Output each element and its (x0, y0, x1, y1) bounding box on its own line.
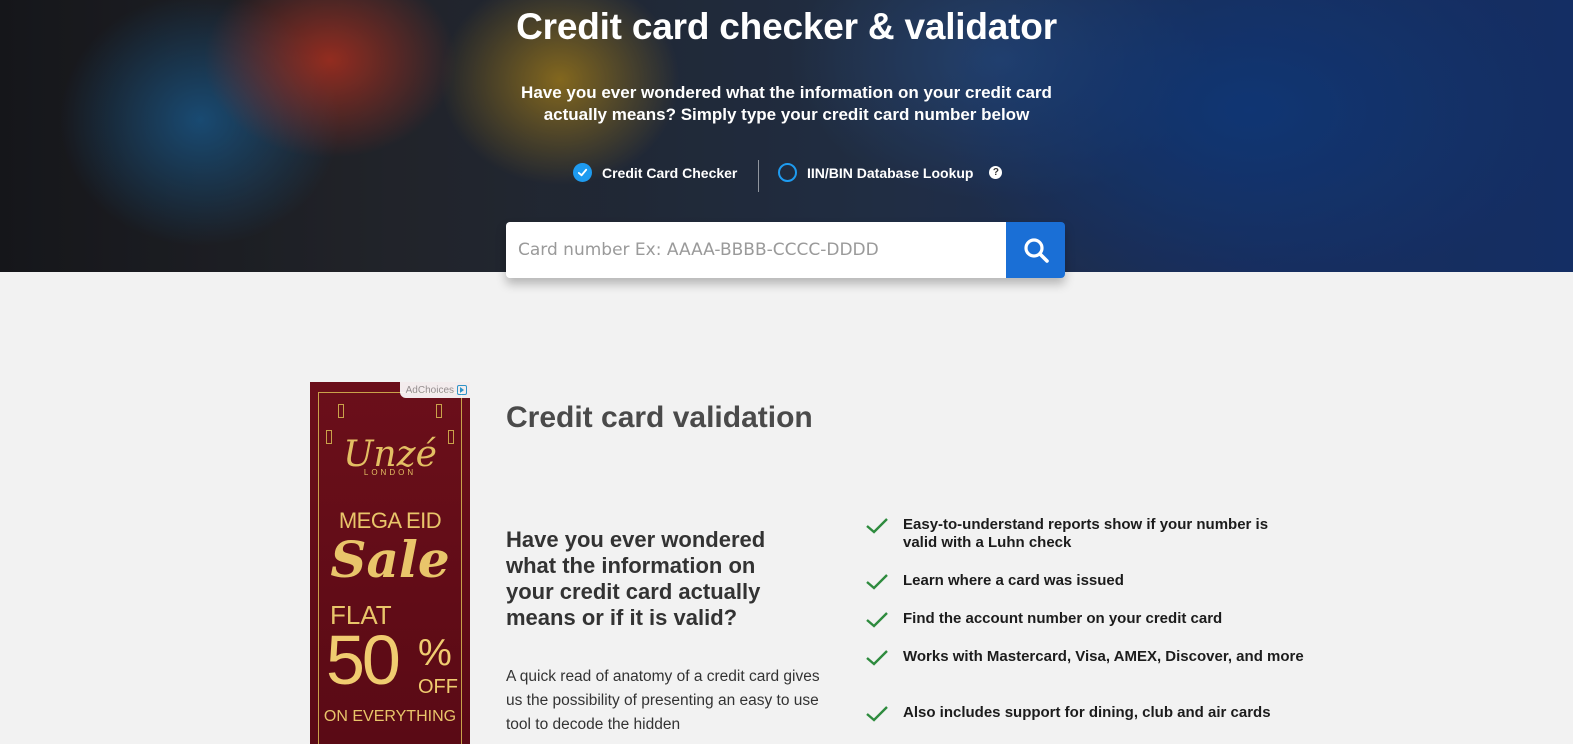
list-item: Find the account number on your credit c… (865, 610, 1222, 628)
radio-unchecked-icon (778, 163, 797, 182)
ad-sale-text: Sale (330, 530, 450, 589)
radio-credit-card-checker[interactable]: Credit Card Checker (573, 163, 737, 182)
feature-text: Learn where a card was issued (903, 572, 1124, 589)
intro-paragraph: A quick read of anatomy of a credit card… (506, 668, 820, 733)
adchoices-link[interactable]: AdChoices (399, 382, 470, 398)
feature-text: Find the account number on your credit c… (903, 610, 1223, 627)
search-icon (1023, 238, 1049, 263)
adchoices-label: AdChoices (405, 384, 454, 396)
list-item: Also includes support for dining, club a… (865, 704, 1271, 722)
lantern-icon (338, 404, 344, 418)
ad-everything-text: ON EVERYTHING (323, 708, 457, 725)
feature-text: Works with Mastercard, Visa, AMEX, Disco… (903, 648, 1304, 665)
page-title: Credit card checker & validator (516, 6, 1057, 47)
card-number-input[interactable] (506, 222, 1006, 278)
advertisement-banner[interactable]: AdChoices Unzé LONDON MEGA EID Sale FLAT… (310, 382, 470, 744)
check-icon (866, 518, 888, 534)
ad-off-text: OFF (418, 676, 458, 698)
section-title: Credit card validation (506, 401, 813, 434)
check-icon (866, 706, 888, 722)
check-icon (866, 650, 888, 666)
intro-heading: Have you ever wondered what the informat… (506, 527, 766, 630)
check-icon (866, 612, 888, 628)
feature-text: Also includes support for dining, club a… (903, 704, 1271, 721)
list-item: Learn where a card was issued (865, 572, 1124, 590)
hero-subtitle: Have you ever wondered what the informat… (521, 83, 1052, 124)
ad-percent-sign: % (418, 632, 452, 674)
radio-label: Credit Card Checker (602, 164, 738, 181)
radio-checked-icon (573, 163, 592, 182)
question-icon[interactable]: ? (989, 166, 1003, 179)
ad-discount-value: 50 (326, 621, 401, 699)
list-item: Works with Mastercard, Visa, AMEX, Disco… (865, 648, 1304, 666)
check-icon (866, 574, 888, 590)
list-item: Easy-to-understand reports show if your … (865, 516, 1305, 552)
ad-brand-sub: LONDON (363, 468, 417, 477)
lantern-icon (436, 404, 442, 418)
divider (758, 160, 759, 192)
mode-selector: Credit Card Checker IIN/BIN Database Loo… (0, 160, 1573, 192)
card-search-form (506, 222, 1065, 278)
radio-label: IIN/BIN Database Lookup (807, 164, 974, 181)
feature-text: Easy-to-understand reports show if your … (903, 516, 1269, 551)
radio-iin-bin-lookup[interactable]: IIN/BIN Database Lookup ? (778, 163, 1003, 182)
search-button[interactable] (1006, 222, 1065, 278)
adchoices-icon (457, 385, 467, 395)
